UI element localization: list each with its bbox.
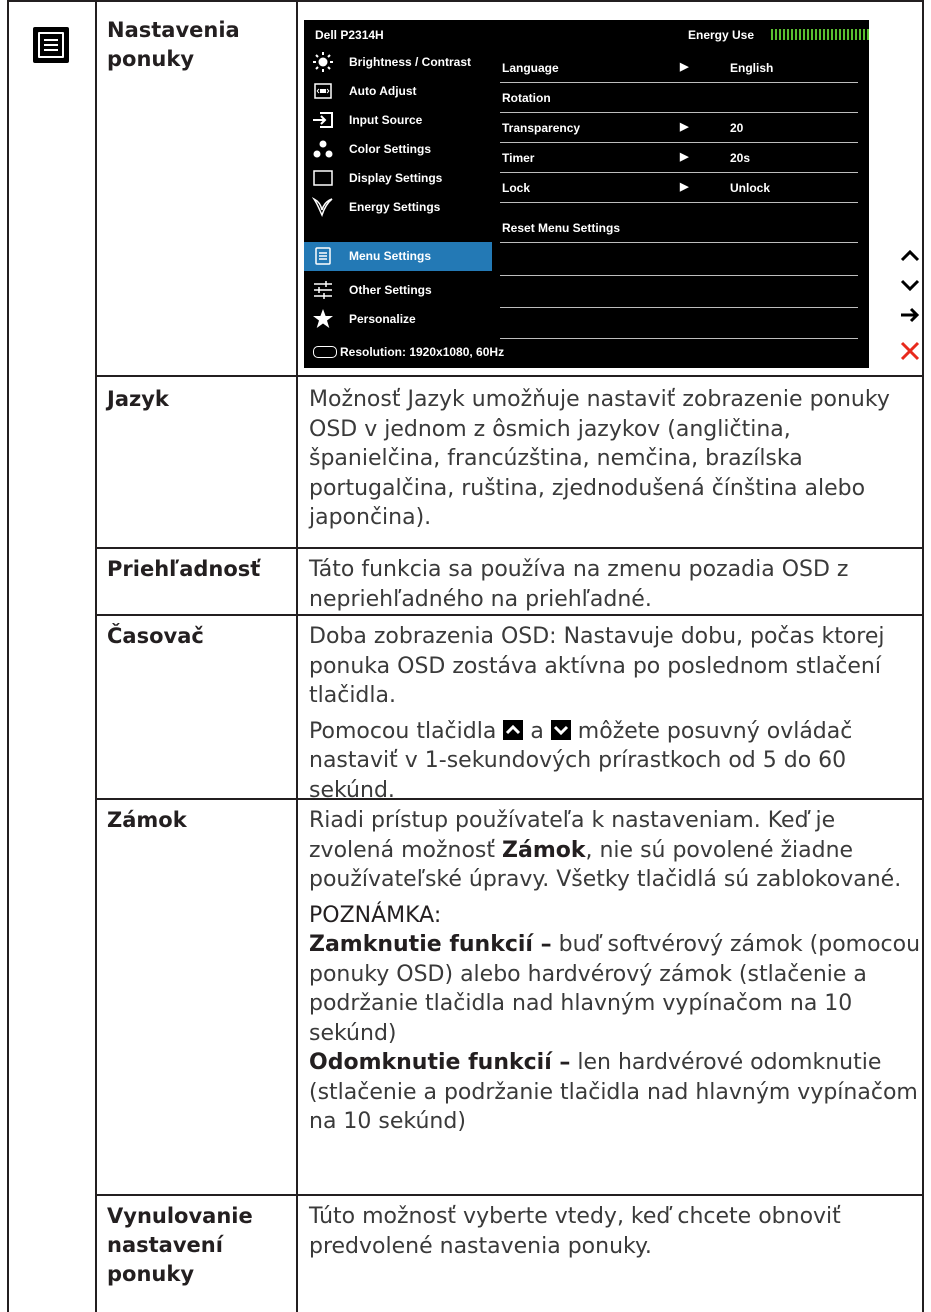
lock-label: Zámok <box>107 808 187 832</box>
input-source-icon <box>312 110 334 130</box>
osd-option-lock[interactable]: Lock ▶ Unlock <box>500 174 860 203</box>
osd-model: Dell P2314H <box>315 28 384 42</box>
arrow-right-icon: ▶ <box>680 61 689 73</box>
transparency-description: Táto funkcia sa používa na zmenu pozadia… <box>309 557 849 612</box>
table-col-divider-1 <box>95 0 97 1312</box>
lock-note-1-bold: Zamknutie funkcií – <box>309 932 552 957</box>
timer-text-2: Pomocou tlačidla a môžete posuvný ovláda… <box>309 717 919 806</box>
color-settings-icon <box>312 139 334 159</box>
osd-menu-item-energy-settings[interactable]: Energy Settings <box>304 193 492 222</box>
osd-option-name: Reset Menu Settings <box>502 221 621 235</box>
timer-text-1: Doba zobrazenia OSD: Nastavuje dobu, poč… <box>309 624 885 708</box>
reset-description: Túto možnosť vyberte vtedy, keď chcete o… <box>309 1204 841 1259</box>
energy-meter <box>771 29 869 40</box>
osd-option-language[interactable]: Language ▶ English <box>500 54 860 83</box>
arrow-right-icon: ▶ <box>680 121 689 133</box>
auto-adjust-icon <box>312 81 334 101</box>
up-button-icon <box>899 245 921 267</box>
osd-option-value: 20s <box>730 151 751 165</box>
osd-menu-label: Energy Settings <box>349 200 441 214</box>
osd-menu-item-color-settings[interactable]: Color Settings <box>304 135 492 164</box>
osd-option-value: Unlock <box>730 181 771 195</box>
osd-menu-label: Personalize <box>349 312 416 326</box>
osd-menu-item-menu-settings[interactable]: Menu Settings <box>304 242 492 271</box>
table-col-divider-2 <box>296 0 298 1312</box>
other-settings-icon <box>312 280 334 300</box>
row-divider <box>95 375 924 377</box>
transparency-label: Priehľadnosť <box>107 557 261 581</box>
osd-header: Dell P2314H Energy Use <box>304 20 869 48</box>
brightness-icon <box>312 52 334 72</box>
lock-description: Riadi prístup používateľa k nastaveniam.… <box>309 806 921 1137</box>
resolution-text: Resolution: 1920x1080, 60Hz <box>340 345 505 359</box>
osd-option-name: Rotation <box>502 91 551 105</box>
lock-text-1: Riadi prístup používateľa k nastaveniam.… <box>309 806 921 895</box>
menu-settings-label: Nastavenia ponuky <box>107 18 240 71</box>
osd-menu-item-other-settings[interactable]: Other Settings <box>304 276 492 305</box>
osd-option-value: English <box>730 61 774 75</box>
down-button-icon <box>550 719 571 740</box>
language-label: Jazyk <box>107 387 169 411</box>
osd-option-empty <box>500 279 860 308</box>
star-icon <box>312 309 334 329</box>
display-settings-icon <box>312 168 334 188</box>
osd-option-name: Lock <box>502 181 531 195</box>
osd-menu-label: Menu Settings <box>349 249 432 263</box>
lock-note-1: Zamknutie funkcií – buď softvérový zámok… <box>309 930 921 1048</box>
osd-menu-label: Color Settings <box>349 142 432 156</box>
osd-energy-label: Energy Use <box>688 28 755 42</box>
up-button-icon <box>503 719 524 740</box>
osd-option-reset[interactable]: Reset Menu Settings <box>500 214 860 243</box>
osd-option-empty <box>500 310 860 339</box>
osd-menu-item-input-source[interactable]: Input Source <box>304 106 492 135</box>
menu-settings-icon <box>312 246 334 266</box>
table-border-right <box>922 0 924 1312</box>
table-border-top <box>7 0 924 2</box>
menu-settings-icon <box>33 27 69 63</box>
osd-menu-label: Auto Adjust <box>349 84 417 98</box>
table-border-left <box>7 0 9 1312</box>
right-arrow-button-icon <box>899 304 921 326</box>
osd-option-timer[interactable]: Timer ▶ 20s <box>500 144 860 173</box>
arrow-right-icon: ▶ <box>680 181 689 193</box>
arrow-right-icon: ▶ <box>680 151 689 163</box>
osd-menu-label: Brightness / Contrast <box>349 55 472 69</box>
energy-settings-icon <box>311 197 334 217</box>
reset-label: Vynulovanie nastavení ponuky <box>107 1204 253 1286</box>
lock-note-2-bold: Odomknutie funkcií – <box>309 1050 571 1075</box>
osd-menu-item-personalize[interactable]: Personalize <box>304 305 492 334</box>
timer-text-2-pre: Pomocou tlačidla <box>309 718 497 744</box>
osd-menu-label: Input Source <box>349 113 423 127</box>
note-title: POZNÁMKA: <box>309 902 442 928</box>
osd-menu-item-brightness[interactable]: Brightness / Contrast <box>304 48 492 77</box>
osd-option-transparency[interactable]: Transparency ▶ 20 <box>500 114 860 143</box>
timer-description: Doba zobrazenia OSD: Nastavuje dobu, poč… <box>309 622 919 805</box>
osd-option-rotation[interactable]: Rotation <box>500 84 860 113</box>
row-divider <box>95 547 924 549</box>
osd-option-name: Transparency <box>502 121 581 135</box>
osd-menu-item-auto-adjust[interactable]: Auto Adjust <box>304 77 492 106</box>
osd-option-empty <box>500 247 860 276</box>
osd-menu-label: Display Settings <box>349 171 443 185</box>
language-description: Možnosť Jazyk umožňuje nastaviť zobrazen… <box>309 387 890 530</box>
osd-screenshot: Dell P2314H Energy Use Brightness / Cont… <box>304 20 869 368</box>
close-button-icon <box>899 340 921 362</box>
osd-menu-label: Other Settings <box>349 283 432 297</box>
timer-text-2-mid: a <box>530 718 544 744</box>
osd-option-value: 20 <box>730 121 744 135</box>
down-button-icon <box>899 274 921 296</box>
osd-option-name: Language <box>502 61 559 75</box>
timer-label: Časovač <box>107 624 204 648</box>
osd-menu-item-display-settings[interactable]: Display Settings <box>304 164 492 193</box>
lock-note-2: Odomknutie funkcií – len hardvérové odom… <box>309 1048 921 1137</box>
lock-text-1-bold: Zámok <box>502 837 586 863</box>
monitor-icon <box>313 346 337 358</box>
row-divider <box>95 614 924 616</box>
osd-option-name: Timer <box>502 151 535 165</box>
row-divider <box>95 1194 924 1196</box>
osd-footer: Resolution: 1920x1080, 60Hz <box>304 336 869 368</box>
